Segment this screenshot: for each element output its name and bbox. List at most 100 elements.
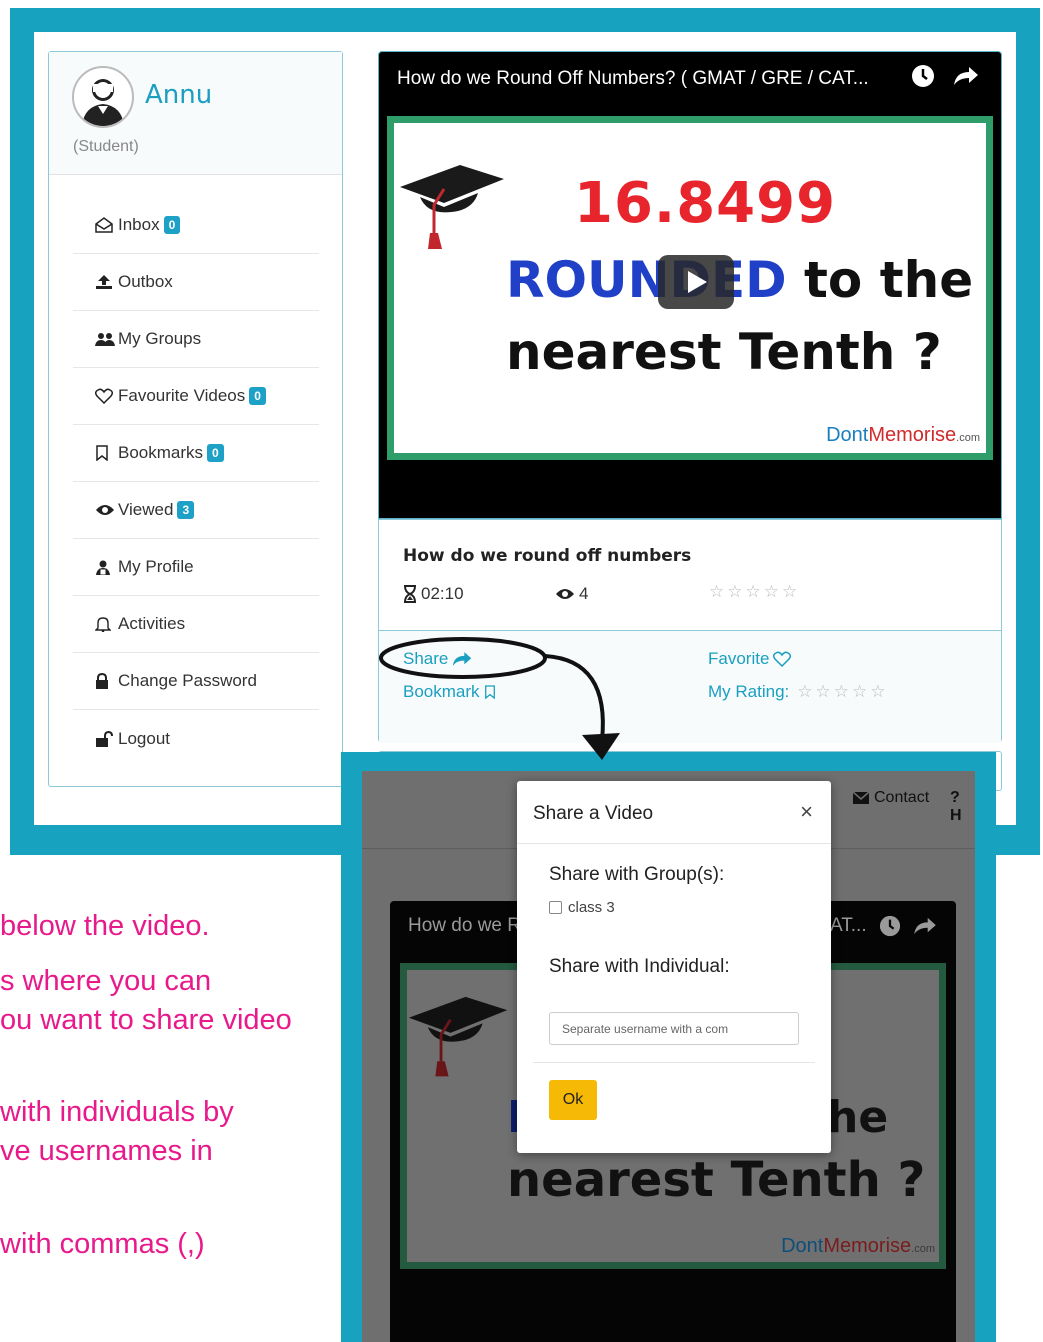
video-info-title: How do we round off numbers: [403, 546, 692, 566]
play-button[interactable]: [658, 255, 734, 309]
play-icon: [688, 271, 707, 293]
sidebar-item-inbox[interactable]: Inbox 0: [73, 197, 319, 254]
background-video-title-end: AT...: [830, 915, 937, 937]
thumbnail-to-the: to the: [786, 251, 974, 309]
video-player[interactable]: How do we Round Off Numbers? ( GMAT / GR…: [378, 51, 1002, 519]
lock-icon: [95, 673, 115, 689]
sidebar-item-label: Outbox: [118, 272, 173, 291]
sidebar-item-label: My Profile: [118, 557, 194, 576]
modal-divider: [533, 1062, 815, 1063]
nav-contact-link[interactable]: Contact: [852, 789, 929, 807]
bookmark-link[interactable]: Bookmark: [403, 682, 496, 702]
sidebar-item-my-groups[interactable]: My Groups: [73, 311, 319, 368]
sidebar-item-activities[interactable]: Activities: [73, 596, 319, 653]
ok-button[interactable]: Ok: [549, 1080, 597, 1120]
average-rating-stars: ☆ ☆ ☆ ☆ ☆: [709, 582, 797, 602]
brand-watermark: DontMemorise.com: [826, 424, 980, 447]
background-thumb-line-3: nearest Tenth ?: [507, 1152, 926, 1208]
share-with-individual-label: Share with Individual:: [549, 956, 730, 977]
sidebar-item-label: Change Password: [118, 671, 257, 690]
background-title-fragment: AT...: [830, 915, 867, 936]
graduation-cap-icon: [400, 165, 504, 249]
group-checkbox[interactable]: [549, 901, 562, 914]
sidebar-item-label: My Groups: [118, 329, 202, 348]
video-thumbnail[interactable]: 16.8499 ROUNDED to the nearest Tenth ? D…: [387, 116, 993, 460]
share-arrow-icon: [453, 652, 472, 666]
note-line-2: s where you can: [0, 965, 212, 997]
note-line-1: below the video.: [0, 910, 210, 942]
favourites-count-badge: 0: [249, 387, 266, 405]
sidebar-menu: Inbox 0 Outbox My Groups Favourite Video…: [73, 197, 319, 767]
note-line-4: with individuals by: [0, 1096, 234, 1128]
share-arrow-icon: [913, 917, 936, 935]
duration-value: 02:10: [421, 584, 464, 603]
video-actions: Share Bookmark Favorite My Rating: ☆ ☆ ☆ ☆ ☆: [379, 631, 1001, 743]
envelope-icon: [852, 791, 870, 804]
note-line-6: with commas (,): [0, 1228, 205, 1260]
bottom-screenshot: Contact ? H How do we R AT... R he ne: [362, 771, 975, 1342]
star-icon: ☆: [709, 582, 725, 601]
video-title-bar: How do we Round Off Numbers? ( GMAT / GR…: [379, 52, 1001, 106]
share-video-modal: Share a Video × Share with Group(s): cla…: [517, 781, 831, 1153]
sidebar-item-label: Logout: [118, 728, 170, 748]
sidebar-item-favourite-videos[interactable]: Favourite Videos 0: [73, 368, 319, 425]
background-video-title: How do we R: [408, 915, 521, 936]
note-line-5: ve usernames in: [0, 1135, 213, 1167]
group-option-class-3[interactable]: class 3: [549, 899, 615, 916]
bookmark-label: Bookmark: [403, 682, 480, 701]
brand-part-1: Dont: [781, 1235, 824, 1257]
my-rating-stars[interactable]: ☆ ☆ ☆ ☆ ☆: [797, 682, 885, 702]
thumbnail-number: 16.8499: [574, 171, 837, 236]
sidebar-item-my-profile[interactable]: My Profile: [73, 539, 319, 596]
favorite-label: Favorite: [708, 649, 770, 668]
upload-icon: [95, 274, 115, 290]
bookmarks-count-badge: 0: [207, 444, 224, 462]
inbox-count-badge: 0: [163, 216, 181, 234]
watch-later-clock-icon: [879, 915, 900, 937]
heart-icon: [95, 388, 115, 404]
user-avatar-icon: [82, 79, 124, 126]
star-icon[interactable]: ☆: [816, 682, 831, 702]
favorite-link[interactable]: Favorite: [708, 649, 792, 669]
sidebar-item-viewed[interactable]: Viewed 3: [73, 482, 319, 539]
video-duration: 02:10: [403, 584, 464, 604]
my-rating-label: My Rating:: [708, 682, 790, 701]
modal-header: Share a Video ×: [517, 781, 831, 844]
bookmark-icon: [95, 445, 115, 461]
user-name: Annu: [145, 80, 213, 110]
share-with-groups-label: Share with Group(s):: [549, 864, 725, 885]
unlock-icon: [95, 730, 115, 747]
star-icon[interactable]: ☆: [852, 682, 867, 702]
video-views: 4: [555, 584, 588, 604]
star-icon[interactable]: ☆: [797, 682, 812, 702]
share-arrow-icon[interactable]: [953, 66, 979, 92]
sidebar-item-change-password[interactable]: Change Password: [73, 653, 319, 710]
sidebar-item-label: Inbox: [118, 215, 160, 234]
modal-close-button[interactable]: ×: [800, 799, 813, 825]
thumbnail-line-2: ROUNDED to the: [506, 251, 973, 309]
bookmark-icon: [484, 685, 495, 700]
thumbnail-line-3: nearest Tenth ?: [506, 323, 942, 381]
username-input[interactable]: [549, 1012, 799, 1045]
top-screenshot: Annu (Student) Inbox 0 Outbox My Groups …: [34, 32, 1016, 825]
video-title[interactable]: How do we Round Off Numbers? ( GMAT / GR…: [397, 68, 911, 90]
star-icon: ☆: [782, 582, 798, 601]
sidebar-item-logout[interactable]: Logout: [73, 710, 319, 767]
share-link[interactable]: Share: [403, 649, 472, 669]
brand-part-3: .com: [911, 1243, 935, 1255]
watch-later-clock-icon[interactable]: [911, 64, 935, 94]
nav-help-link[interactable]: ? H: [950, 789, 975, 825]
background-brand-watermark: DontMemorise.com: [781, 1235, 935, 1258]
avatar: [72, 66, 134, 128]
eye-icon: [95, 503, 115, 517]
sidebar-item-outbox[interactable]: Outbox: [73, 254, 319, 311]
star-icon: ☆: [763, 582, 779, 601]
star-icon[interactable]: ☆: [870, 682, 885, 702]
user-secret-icon: [95, 559, 115, 575]
viewed-count-badge: 3: [177, 501, 195, 519]
hourglass-icon: [404, 585, 416, 603]
envelope-open-icon: [95, 217, 115, 233]
star-icon[interactable]: ☆: [834, 682, 849, 702]
sidebar-item-bookmarks[interactable]: Bookmarks 0: [73, 425, 319, 482]
group-option-label: class 3: [568, 899, 615, 916]
